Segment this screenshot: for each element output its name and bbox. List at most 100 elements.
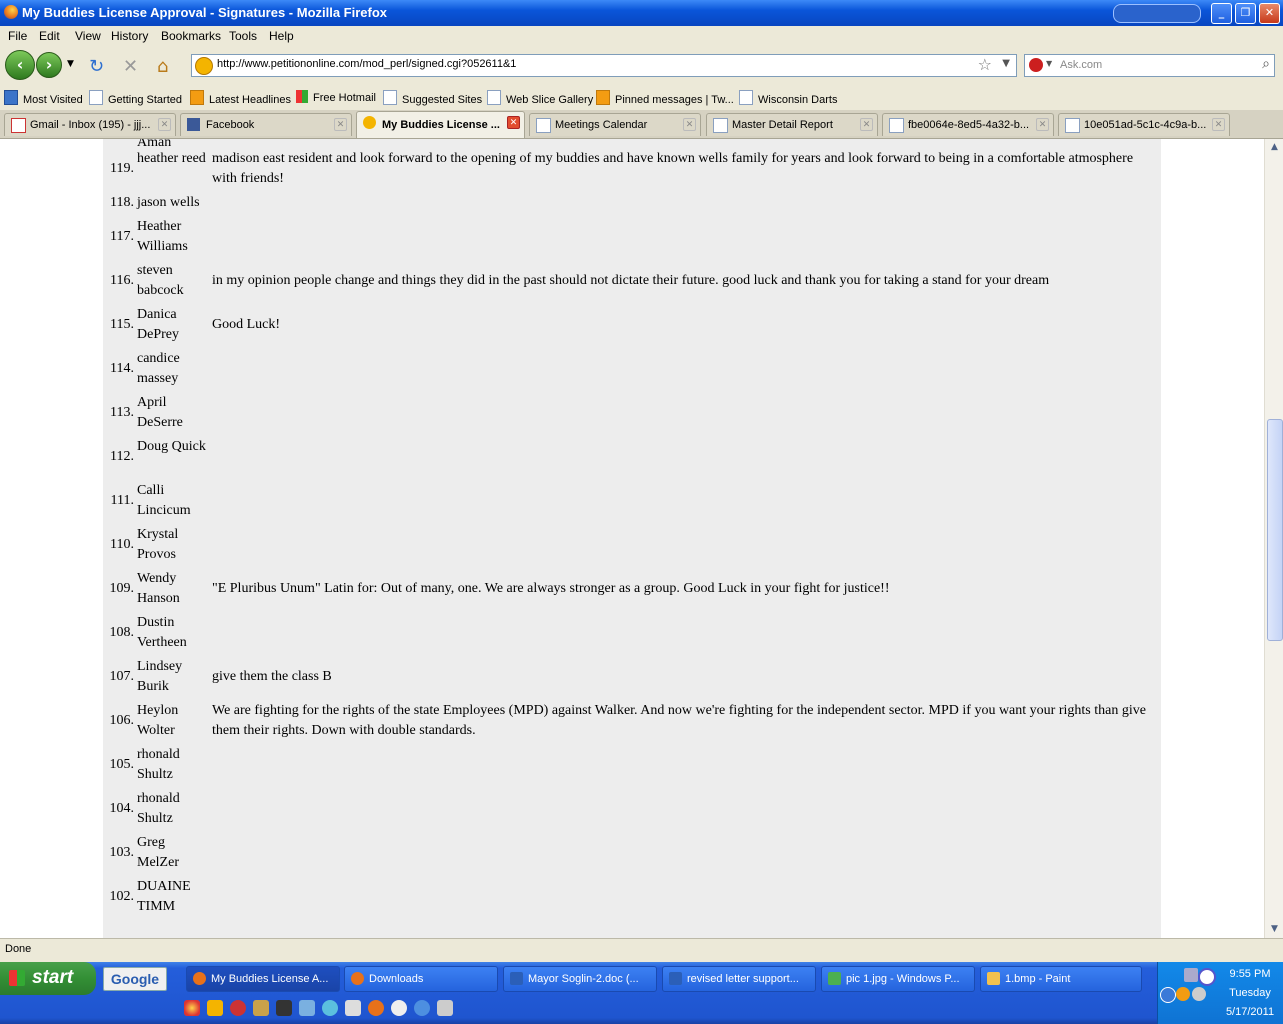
network-icon[interactable] <box>1184 968 1198 982</box>
app-icon[interactable] <box>345 1000 361 1016</box>
toolbar-extension-buttons[interactable] <box>1113 4 1201 23</box>
menu-history[interactable]: History <box>111 29 148 43</box>
facebook-icon <box>187 118 200 131</box>
task-downloads[interactable]: Downloads <box>344 966 498 992</box>
minimize-button[interactable]: _ <box>1211 3 1232 24</box>
signer-comment: Good Luck! <box>212 317 281 332</box>
show-hidden-icons[interactable] <box>1160 987 1176 1003</box>
history-dropdown-icon[interactable]: ▼ <box>67 59 74 69</box>
signer-name: Dustin Vertheen <box>137 615 187 650</box>
menu-file[interactable]: File <box>8 29 27 43</box>
url-dropdown-icon[interactable]: ▼ <box>1002 58 1010 69</box>
signer-name: Krystal Provos <box>137 527 179 562</box>
tab-fbe0064e[interactable]: fbe0064e-8ed5-4a32-b... ✕ <box>882 113 1054 136</box>
tray-app-icon[interactable] <box>1192 987 1206 1001</box>
task-paint[interactable]: 1.bmp - Paint <box>980 966 1142 992</box>
signature-number: 114. <box>110 361 134 376</box>
signature-number: 102. <box>109 889 135 904</box>
tab-close-icon[interactable]: ✕ <box>1212 118 1225 131</box>
app-icon[interactable] <box>253 1000 269 1016</box>
page-icon <box>536 118 551 133</box>
signature-number: 110. <box>110 537 134 552</box>
media-player-icon[interactable] <box>276 1000 292 1016</box>
tab-10e051ad[interactable]: 10e051ad-5c1c-4c9a-b... ✕ <box>1058 113 1230 136</box>
tray-app-icon[interactable] <box>1198 968 1216 986</box>
firefox-icon[interactable] <box>368 1000 384 1016</box>
home-icon[interactable]: ⌂ <box>157 56 168 77</box>
firefox-icon <box>351 972 364 985</box>
scroll-down-icon[interactable]: ▼ <box>1267 922 1282 937</box>
bookmark-wisconsin-darts[interactable]: Wisconsin Darts <box>739 90 837 106</box>
signer-name: Wendy Hanson <box>137 571 180 606</box>
bookmark-star-icon[interactable]: ☆ <box>978 55 992 74</box>
site-identity-icon[interactable] <box>195 57 213 75</box>
menu-edit[interactable]: Edit <box>39 29 60 43</box>
app-icon[interactable] <box>230 1000 246 1016</box>
back-button[interactable]: ‹ <box>5 50 35 80</box>
menu-view[interactable]: View <box>75 29 101 43</box>
signer-comment: madison east resident and look forward t… <box>212 151 1134 186</box>
search-icon[interactable]: ⌕ <box>1262 56 1270 72</box>
tab-facebook[interactable]: Facebook ✕ <box>180 113 352 136</box>
signature-number: 106. <box>109 713 135 728</box>
tab-close-icon[interactable]: ✕ <box>860 118 873 131</box>
tab-close-icon[interactable]: ✕ <box>1036 118 1049 131</box>
menu-help[interactable]: Help <box>269 29 294 43</box>
engine-dropdown-icon[interactable]: ▼ <box>1046 59 1052 68</box>
task-revised-letter[interactable]: revised letter support... <box>662 966 816 992</box>
address-bar[interactable]: http://www.petitiononline.com/mod_perl/s… <box>191 54 1017 77</box>
tab-close-icon[interactable]: ✕ <box>507 116 520 129</box>
maximize-button[interactable]: ❐ <box>1235 3 1256 24</box>
tab-my-buddies[interactable]: My Buddies License ... ✕ <box>356 111 525 138</box>
globe-icon[interactable] <box>414 1000 430 1016</box>
search-engine-icon[interactable] <box>1029 58 1043 72</box>
chrome-icon[interactable] <box>184 1000 200 1016</box>
close-button[interactable]: ✕ <box>1259 3 1280 24</box>
ie-icon[interactable] <box>322 1000 338 1016</box>
stop-icon[interactable]: ✕ <box>123 56 138 77</box>
bookmarks-toolbar: Most Visited Getting Started Latest Head… <box>0 86 1283 108</box>
bookmark-suggested-sites[interactable]: Suggested Sites <box>383 90 482 106</box>
task-mayor-soglin-doc[interactable]: Mayor Soglin-2.doc (... <box>503 966 657 992</box>
signature-number: 105. <box>109 757 135 772</box>
email-icon[interactable] <box>207 1000 223 1016</box>
signature-number: 118. <box>110 195 134 210</box>
app-icon[interactable] <box>437 1000 453 1016</box>
signature-number: 116. <box>110 273 134 288</box>
back-forward-group: ‹ › ▼ <box>5 49 77 81</box>
bookmark-most-visited[interactable]: Most Visited <box>4 90 83 106</box>
bookmark-latest-headlines[interactable]: Latest Headlines <box>190 90 291 106</box>
clock-time[interactable]: 9:55 PM <box>1218 968 1282 980</box>
scroll-up-icon[interactable]: ▲ <box>1267 140 1282 155</box>
signer-name: Calli Lincicum <box>137 483 191 518</box>
google-toolbar[interactable]: Google <box>103 967 167 991</box>
menu-bookmarks[interactable]: Bookmarks <box>161 29 221 43</box>
search-box[interactable]: ▼ Ask.com ⌕ <box>1024 54 1275 77</box>
search-input[interactable]: Ask.com <box>1060 59 1102 71</box>
task-my-buddies-firefox[interactable]: My Buddies License A... <box>186 966 340 992</box>
bookmark-pinned-messages[interactable]: Pinned messages | Tw... <box>596 90 734 106</box>
bookmark-getting-started[interactable]: Getting Started <box>89 90 182 106</box>
vertical-scrollbar[interactable]: ▲ ▼ <box>1264 139 1283 938</box>
url-input[interactable]: http://www.petitiononline.com/mod_perl/s… <box>217 58 516 70</box>
task-pic-jpg[interactable]: pic 1.jpg - Windows P... <box>821 966 975 992</box>
picture-viewer-icon <box>828 972 841 985</box>
reload-icon[interactable]: ↻ <box>89 56 104 77</box>
tab-gmail[interactable]: Gmail - Inbox (195) - jjj... ✕ <box>4 113 176 136</box>
tab-close-icon[interactable]: ✕ <box>158 118 171 131</box>
tab-close-icon[interactable]: ✕ <box>334 118 347 131</box>
app-icon[interactable] <box>299 1000 315 1016</box>
tab-meetings-calendar[interactable]: Meetings Calendar ✕ <box>529 113 701 136</box>
signer-name: April DeSerre <box>137 395 183 430</box>
forward-button[interactable]: › <box>36 52 62 78</box>
tab-close-icon[interactable]: ✕ <box>683 118 696 131</box>
app-icon[interactable] <box>391 1000 407 1016</box>
signature-number: 115. <box>110 317 134 332</box>
bookmark-free-hotmail[interactable]: Free Hotmail <box>296 90 376 104</box>
bookmark-web-slice-gallery[interactable]: Web Slice Gallery <box>487 90 593 106</box>
scrollbar-thumb[interactable] <box>1267 419 1283 641</box>
tab-master-detail-report[interactable]: Master Detail Report ✕ <box>706 113 878 136</box>
menu-tools[interactable]: Tools <box>229 29 257 43</box>
tray-app-icon[interactable] <box>1176 987 1190 1001</box>
start-button[interactable]: start <box>0 962 96 995</box>
